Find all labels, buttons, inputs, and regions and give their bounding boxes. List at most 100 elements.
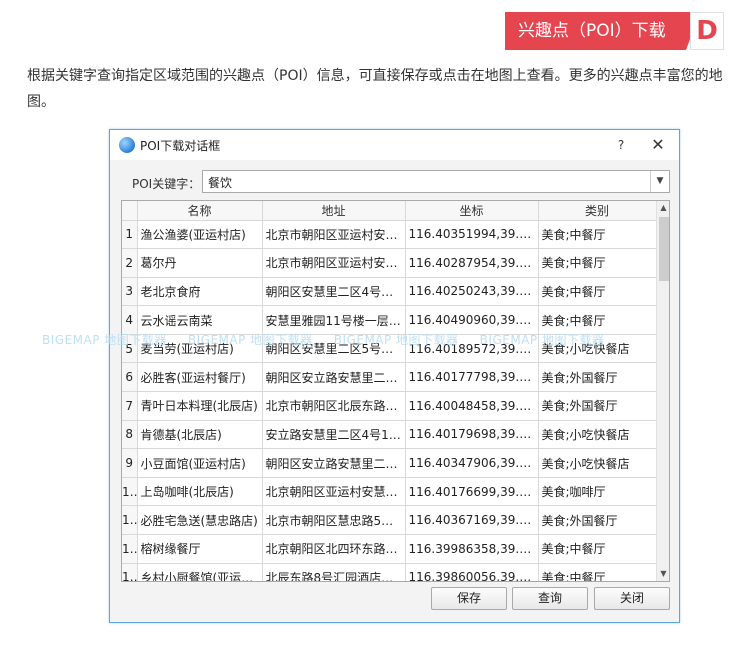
poi-address-cell: 安慧里雅园11号楼一层(... [262,305,406,335]
column-header-address[interactable]: 地址 [262,201,406,221]
row-index: 2 [122,248,138,278]
table-row[interactable]: 12榕树缘餐厅北京朝阳区北四环东路8...116.39986358,39.991… [122,534,657,564]
poi-name-cell: 肯德基(北辰店) [137,420,263,450]
poi-address-cell: 朝阳区安立路安慧里二区... [262,448,406,478]
scrollbar-thumb[interactable] [659,217,669,281]
row-index: 1 [122,220,138,250]
poi-category-cell: 美食;外国餐厅 [538,362,657,393]
chevron-down-icon[interactable]: ▼ [650,171,669,192]
vertical-scrollbar[interactable]: ▲ ▼ [656,201,669,581]
poi-coordinate-cell: 116.40351994,39.993... [405,220,539,250]
poi-category-cell: 美食;外国餐厅 [538,391,657,421]
table-row[interactable]: 8 肯德基(北辰店) 安立路安慧里二区4号12... 116.40179698,39.… [122,420,657,450]
keyword-label: POI关键字： [132,177,201,191]
poi-name-cell: 老北京食府 [137,277,263,307]
table-row[interactable]: 2葛尔丹北京市朝阳区亚运村安慧...116.40287954,39.993...… [122,248,657,278]
intro-paragraph: 根据关键字查询指定区域范围的兴趣点（POI）信息，可直接保存或点击在地图上查看。… [27,68,723,110]
table-row[interactable]: 10 上岛咖啡(北辰店) 北京朝阳区亚运村安慧里... 116.40176699,39… [122,477,657,507]
poi-category-cell: 美食;小吃快餐店 [538,448,657,478]
poi-coordinate-cell: 116.40287954,39.993... [405,248,539,278]
banner-letter-badge: D [690,12,724,50]
row-index: 13 [122,563,138,581]
scroll-up-icon[interactable]: ▲ [657,201,669,215]
poi-category-cell: 美食;外国餐厅 [538,505,657,536]
poi-download-dialog: POI下载对话框 ? ✕ POI关键字： 餐饮 ▼ 名称 地址 坐标 类别 1渔… [109,129,680,623]
poi-category-cell: 美食;中餐厅 [538,305,657,335]
poi-address-cell: 朝阳区安慧里二区5号楼(... [262,334,406,364]
table-header-row: 名称 地址 坐标 类别 [122,201,657,221]
row-index: 11 [122,505,138,536]
poi-coordinate-cell: 116.40048458,39.992... [405,391,539,421]
poi-coordinate-cell: 116.40176699,39.992... [405,477,539,507]
dialog-titlebar[interactable]: POI下载对话框 ? ✕ [110,130,679,160]
poi-name-cell: 渔公渔婆(亚运村店) [137,220,263,250]
row-index: 10 [122,477,138,507]
table-row[interactable]: 6 必胜客(亚运村餐厅) 朝阳区安立路安慧里二区... 116.40177798,39… [122,362,657,393]
app-globe-icon [119,137,135,153]
row-index: 4 [122,305,138,335]
poi-name-cell: 青叶日本料理(北辰店) [137,391,263,421]
poi-name-cell: 上岛咖啡(北辰店) [137,477,263,507]
poi-name-cell: 葛尔丹 [137,248,263,278]
poi-address-cell: 朝阳区安慧里二区4号楼... [262,277,406,307]
poi-coordinate-cell: 116.40179698,39.992... [405,420,539,450]
table-row[interactable]: 1 渔公渔婆(亚运村店) 北京市朝阳区亚运村安慧... 116.40351994,39… [122,220,657,250]
keyword-combobox[interactable]: 餐饮 ▼ [202,170,670,193]
poi-coordinate-cell: 116.40250243,39.993... [405,277,539,307]
poi-results-table[interactable]: 名称 地址 坐标 类别 1 渔公渔婆(亚运村店) 北京市朝阳区亚运村安慧... 116… [121,200,670,582]
table-row[interactable]: 4 云水谣云南菜 安慧里雅园11号楼一层(... 116.40490960,39.99… [122,305,657,335]
corner-header [122,201,138,221]
poi-name-cell: 必胜客(亚运村餐厅) [137,362,263,393]
poi-coordinate-cell: 116.40189572,39.992... [405,334,539,364]
poi-address-cell: 北京市朝阳区北辰东路8... [262,391,406,421]
scroll-down-icon[interactable]: ▼ [657,567,669,581]
poi-coordinate-cell: 116.40177798,39.992... [405,362,539,393]
poi-coordinate-cell: 116.40490960,39.995... [405,305,539,335]
poi-name-cell: 小豆面馆(亚运村店) [137,448,263,478]
poi-coordinate-cell: 116.39986358,39.991... [405,534,539,564]
poi-category-cell: 美食;中餐厅 [538,534,657,564]
poi-coordinate-cell: 116.39860056,39.992... [405,563,539,581]
column-header-name[interactable]: 名称 [137,201,263,221]
section-banner: 兴趣点（POI）下载 D [505,12,724,50]
poi-address-cell: 北京市朝阳区慧忠路5号... [262,505,406,536]
keyword-value[interactable]: 餐饮 [208,174,232,191]
poi-coordinate-cell: 116.40347906,39.993... [405,448,539,478]
poi-name-cell: 麦当劳(亚运村店) [137,334,263,364]
table-row[interactable]: 7 青叶日本料理(北辰店) 北京市朝阳区北辰东路8... 116.40048458,3… [122,391,657,421]
query-button[interactable]: 查询 [512,587,588,610]
poi-name-cell: 榕树缘餐厅 [137,534,263,564]
row-index: 3 [122,277,138,307]
poi-address-cell: 北京市朝阳区亚运村安慧... [262,248,406,278]
poi-address-cell: 北京朝阳区亚运村安慧里... [262,477,406,507]
poi-address-cell: 朝阳区安立路安慧里二区... [262,362,406,393]
column-header-coordinate[interactable]: 坐标 [405,201,539,221]
poi-name-cell: 云水谣云南菜 [137,305,263,335]
poi-address-cell: 安立路安慧里二区4号12... [262,420,406,450]
table-row[interactable]: 3老北京食府朝阳区安慧里二区4号楼...116.40250243,39.993.… [122,277,657,307]
poi-name-cell: 必胜宅急送(慧忠路店) [137,505,263,536]
save-button[interactable]: 保存 [431,587,507,610]
poi-category-cell: 美食;小吃快餐店 [538,420,657,450]
poi-category-cell: 美食;中餐厅 [538,277,657,307]
poi-category-cell: 美食;咖啡厅 [538,477,657,507]
close-x-icon[interactable]: ✕ [646,134,670,156]
poi-address-cell: 北京朝阳区北四环东路8... [262,534,406,564]
row-index: 5 [122,334,138,364]
table-row[interactable]: 9 小豆面馆(亚运村店) 朝阳区安立路安慧里二区... 116.40347906,39… [122,448,657,478]
poi-address-cell: 北辰东路8号汇园酒店公... [262,563,406,581]
poi-name-cell: 乡村小厨餐馆(亚运村... [137,563,263,581]
close-button[interactable]: 关闭 [594,587,670,610]
table-row[interactable]: 13 乡村小厨餐馆(亚运村... 北辰东路8号汇园酒店公... 116.3986005… [122,563,657,581]
column-header-category[interactable]: 类别 [538,201,657,221]
table-row[interactable]: 5 麦当劳(亚运村店) 朝阳区安慧里二区5号楼(... 116.40189572,39… [122,334,657,364]
poi-address-cell: 北京市朝阳区亚运村安慧... [262,220,406,250]
row-index: 8 [122,420,138,450]
table-row[interactable]: 11 必胜宅急送(慧忠路店) 北京市朝阳区慧忠路5号... 116.40367169,… [122,505,657,536]
poi-category-cell: 美食;中餐厅 [538,220,657,250]
poi-category-cell: 美食;中餐厅 [538,248,657,278]
poi-coordinate-cell: 116.40367169,39.994... [405,505,539,536]
dialog-title: POI下载对话框 [140,139,221,153]
row-index: 7 [122,391,138,421]
help-button[interactable]: ? [610,135,632,155]
